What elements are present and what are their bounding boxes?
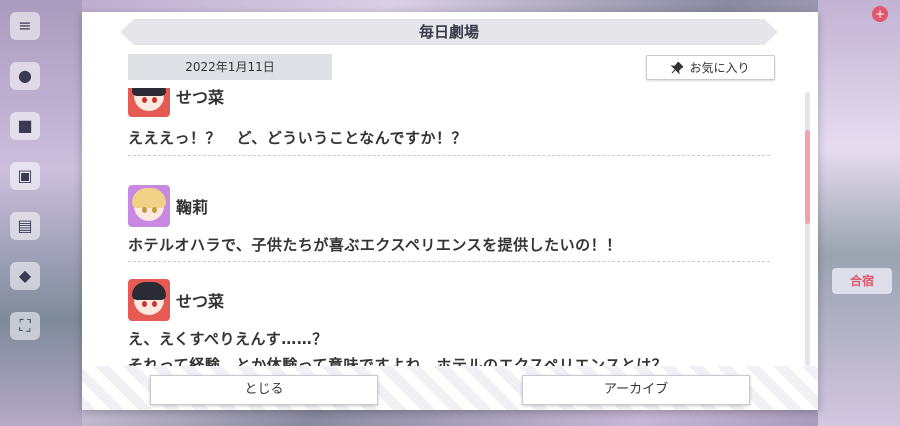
speaker-name: せつ菜 xyxy=(176,88,225,107)
dialogue-entry: せつ菜 え、えくすぺりえんす……？ それって経験、とか体験って意味ですよね。ホテ… xyxy=(128,262,770,366)
game-background-left: ≡ ● ■ ▣ ▤ ◆ ⛶ xyxy=(0,0,82,426)
date-label: 2022年1月11日 xyxy=(128,54,332,80)
gift-icon: ▣ xyxy=(10,162,40,190)
scrollbar[interactable] xyxy=(805,92,810,366)
dialogue-line: えええっ！？ ど、どういうことなんですか！？ xyxy=(128,129,468,147)
shop-icon: ■ xyxy=(10,112,40,140)
card-icon: ▤ xyxy=(10,212,40,240)
game-background-right: + 合宿 xyxy=(818,0,900,426)
expand-icon: ⛶ xyxy=(10,312,40,340)
speaker-name: 鞠莉 xyxy=(176,198,209,217)
close-button[interactable]: とじる xyxy=(150,375,378,405)
favorite-button[interactable]: お気に入り xyxy=(646,55,775,80)
dialogue-line: え、えくすぺりえんす……？ xyxy=(128,330,328,348)
plus-badge-icon: + xyxy=(872,6,888,22)
dialogue-entry: 鞠莉 ホテルオハラで、子供たちが喜ぶエクスペリエンスを提供したいの！！ xyxy=(128,168,770,262)
dialogue-line: ホテルオハラで、子供たちが喜ぶエクスペリエンスを提供したいの！！ xyxy=(128,236,622,254)
favorite-label: お気に入り xyxy=(689,61,750,75)
dialogue-line: それって経験、とか体験って意味ですよね。ホテルのエクスペリエンスとは？ xyxy=(128,356,668,366)
chat-icon: ● xyxy=(10,62,40,90)
trophy-icon: ◆ xyxy=(10,262,40,290)
daily-theater-dialog: 毎日劇場 2022年1月11日 お気に入り せつ菜 えええっ！？ ど、どういうこ… xyxy=(82,12,818,410)
entry-divider xyxy=(128,155,770,156)
speaker-row: せつ菜 xyxy=(128,88,224,118)
camp-tile: 合宿 xyxy=(832,268,892,294)
archive-button[interactable]: アーカイブ xyxy=(522,375,750,405)
dialogue-entry: せつ菜 えええっ！？ ど、どういうことなんですか！？ xyxy=(128,88,770,156)
dialogue-scroll-area[interactable]: せつ菜 えええっ！？ ど、どういうことなんですか！？ 鞠莉 ホテルオハラで、子供… xyxy=(128,88,804,366)
setsuna-avatar xyxy=(128,88,170,117)
mari-avatar xyxy=(128,185,170,227)
setsuna-avatar xyxy=(128,279,170,321)
scrollbar-thumb[interactable] xyxy=(805,130,810,224)
dialog-title: 毎日劇場 xyxy=(120,19,778,45)
speaker-name: せつ菜 xyxy=(176,292,225,311)
menu-icon: ≡ xyxy=(10,12,40,40)
pin-icon xyxy=(671,61,684,74)
speaker-row: 鞠莉 xyxy=(128,184,208,228)
speaker-row: せつ菜 xyxy=(128,278,224,322)
